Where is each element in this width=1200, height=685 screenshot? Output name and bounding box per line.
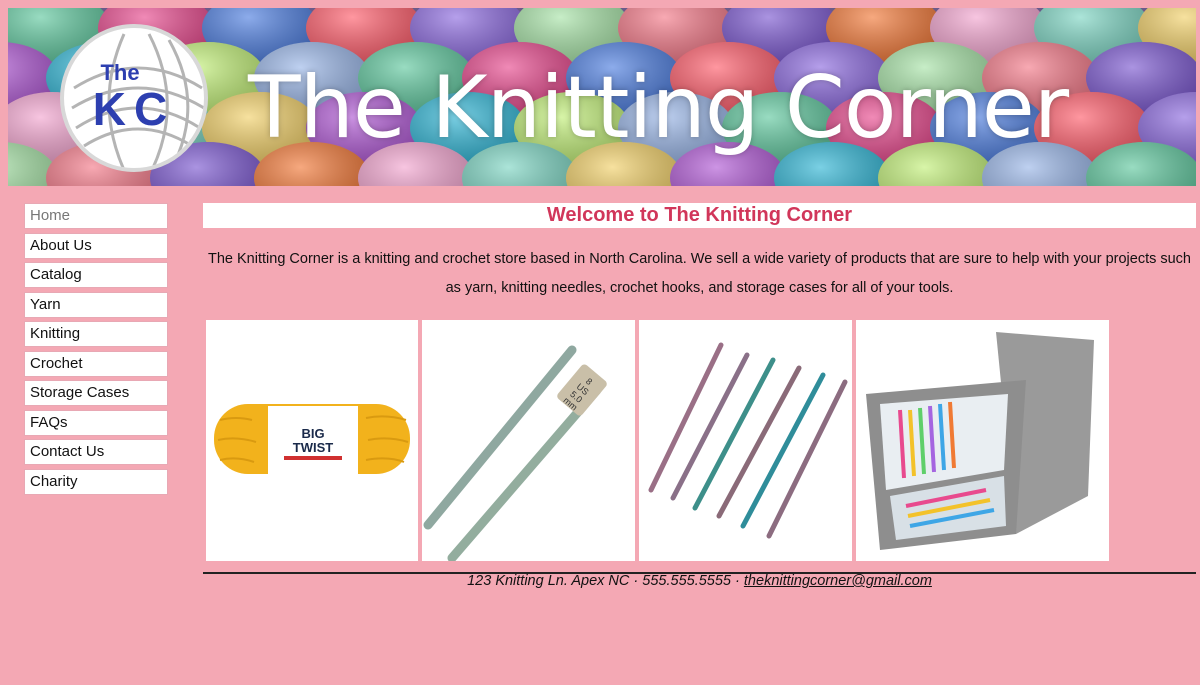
yarn-label-big: BIG: [301, 426, 324, 441]
nav-item-contact-us[interactable]: Contact Us: [24, 439, 168, 465]
nav-item-knitting[interactable]: Knitting: [24, 321, 168, 347]
nav-item-yarn[interactable]: Yarn: [24, 291, 168, 318]
nav-item-catalog[interactable]: Catalog: [24, 262, 168, 288]
page-heading: Welcome to The Knitting Corner: [203, 203, 1196, 228]
nav-item-about-us[interactable]: About Us: [24, 232, 168, 259]
footer-phone: 555.555.5555: [642, 573, 731, 589]
nav-item-charity[interactable]: Charity: [24, 468, 168, 495]
intro-paragraph: The Knitting Corner is a knitting and cr…: [208, 251, 1191, 296]
yarn-label-twist: TWIST: [293, 440, 333, 455]
storage-case-image[interactable]: [856, 320, 1109, 561]
footer-address: 123 Knitting Ln. Apex NC: [467, 573, 630, 589]
footer-email-link[interactable]: theknittingcorner@gmail.com: [744, 573, 932, 589]
sidebar-nav: Home About Us Catalog Yarn Knitting Croc…: [24, 203, 168, 498]
footer-contact: 123 Knitting Ln. Apex NC · 555.555.5555 …: [203, 573, 1196, 589]
footer-separator-2: ·: [735, 573, 740, 589]
header-banner: The KC The Knitting Corner: [8, 8, 1196, 186]
crochet-hooks-image[interactable]: [639, 320, 852, 561]
nav-item-crochet[interactable]: Crochet: [24, 350, 168, 377]
logo-text-kc: KC: [92, 83, 176, 135]
nav-item-storage-cases[interactable]: Storage Cases: [24, 380, 168, 406]
nav-item-faqs[interactable]: FAQs: [24, 409, 168, 436]
nav-item-home[interactable]: Home: [24, 203, 168, 229]
yarn-product-image[interactable]: BIG TWIST: [206, 320, 418, 561]
site-title: The Knitting Corner: [248, 58, 1069, 158]
store-logo[interactable]: The KC: [60, 24, 208, 172]
footer-separator-1: ·: [633, 573, 639, 589]
knitting-needles-image[interactable]: 8 US 5.0 mm: [422, 320, 635, 561]
